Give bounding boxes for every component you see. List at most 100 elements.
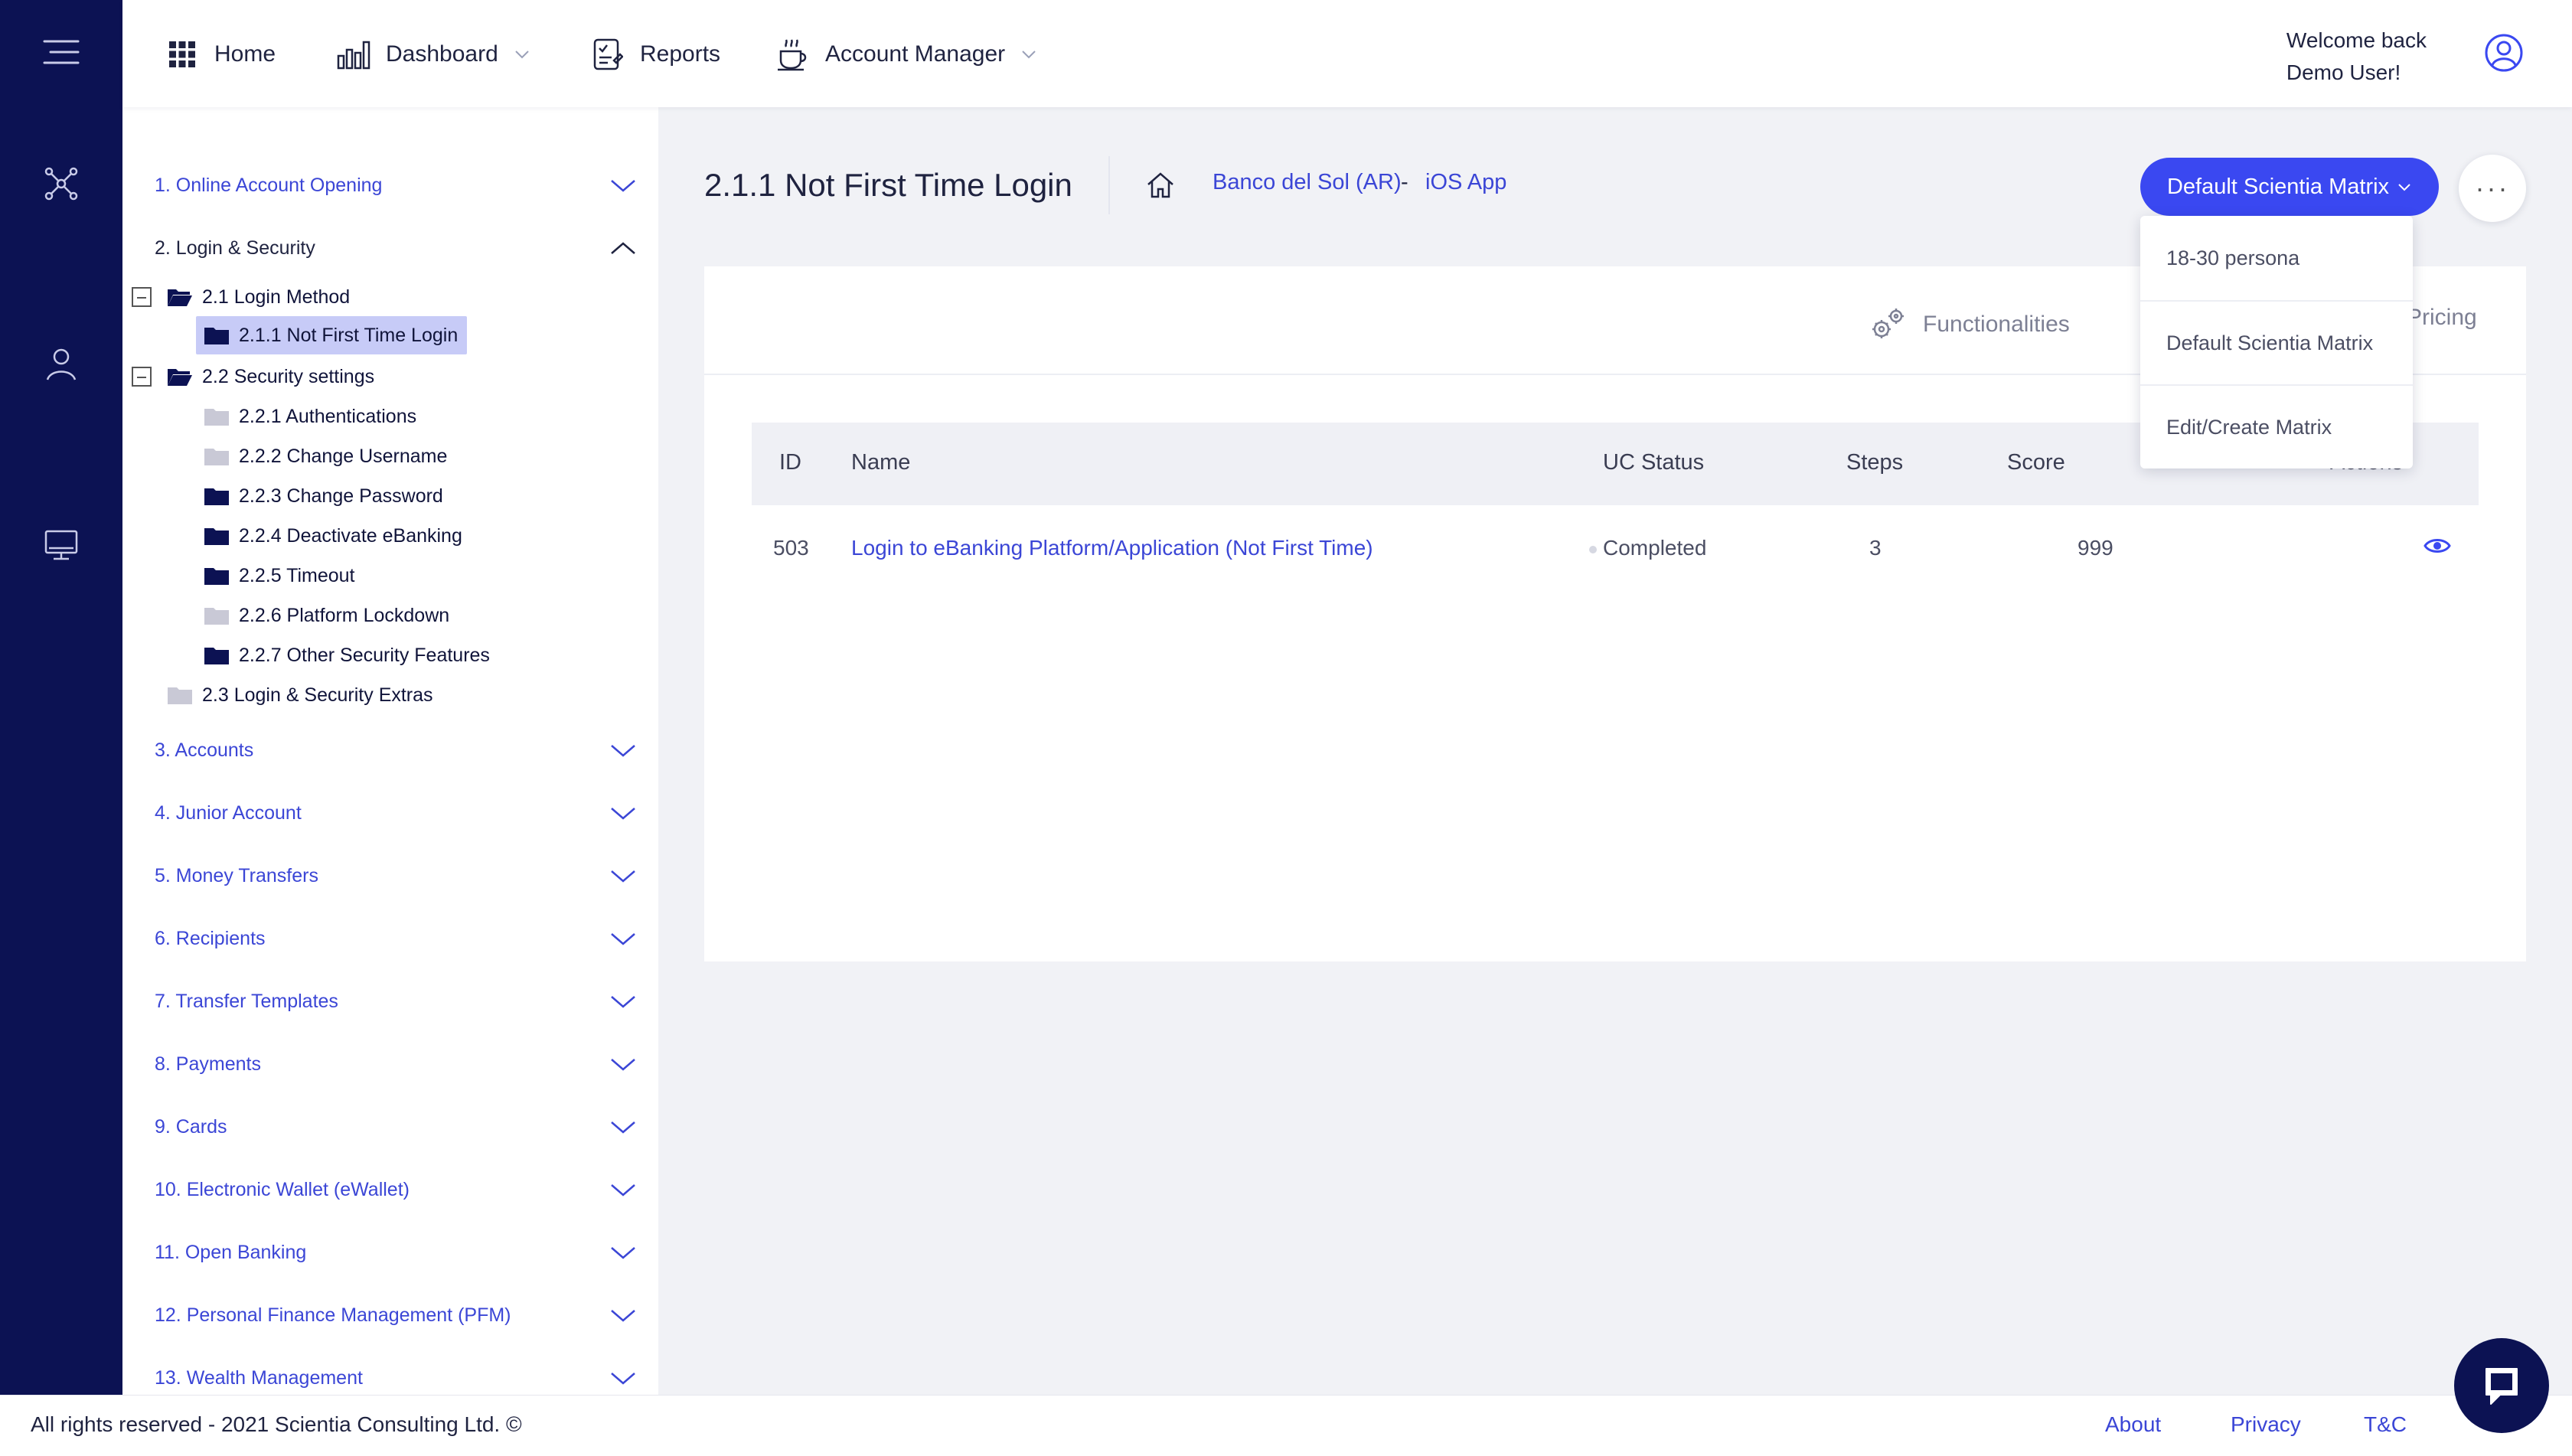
status-text: Completed <box>1603 536 1707 560</box>
cell-id: 503 <box>773 536 809 560</box>
sidebar-section-8[interactable]: 8. Payments <box>155 1045 637 1083</box>
nav-account-manager[interactable]: Account Manager <box>775 34 1037 75</box>
welcome-message: Welcome back Demo User! <box>2286 24 2427 89</box>
top-navigation-bar: Home Dashboard Reports Account Manager W… <box>122 0 2572 107</box>
sidebar-section-13[interactable]: 13. Wealth Management <box>155 1359 637 1395</box>
chevron-down-icon <box>611 1059 635 1071</box>
column-header-steps[interactable]: Steps <box>1846 450 1903 475</box>
chevron-down-icon <box>611 1247 635 1259</box>
more-dots-icon: ··· <box>2475 172 2510 204</box>
breadcrumb-app[interactable]: iOS App <box>1425 170 1506 195</box>
chevron-down-icon <box>611 1184 635 1196</box>
nav-dashboard-label: Dashboard <box>386 41 498 67</box>
sidebar-section-12[interactable]: 12. Personal Finance Management (PFM) <box>155 1296 637 1334</box>
tree-item-change-password[interactable]: 2.2.3 Change Password <box>204 479 443 513</box>
tree-item-deactivate-ebanking[interactable]: 2.2.4 Deactivate eBanking <box>204 519 462 553</box>
tree-item-platform-lockdown[interactable]: 2.2.6 Platform Lockdown <box>204 599 449 632</box>
chevron-up-icon <box>611 242 635 254</box>
chevron-down-icon <box>515 51 529 59</box>
folder-icon <box>204 409 229 426</box>
sidebar-section-5[interactable]: 5. Money Transfers <box>155 857 637 895</box>
tree-item-not-first-time-login[interactable]: 2.1.1 Not First Time Login <box>196 316 468 354</box>
breadcrumb-separator: - <box>1401 170 1408 194</box>
sidebar-section-2[interactable]: 2. Login & Security <box>155 229 637 267</box>
sidebar-section-label: 7. Transfer Templates <box>155 990 338 1012</box>
folder-icon <box>204 449 229 465</box>
tree-item-label: 2.2.6 Platform Lockdown <box>239 604 450 626</box>
sidebar-section-9[interactable]: 9. Cards <box>155 1108 637 1146</box>
tree-item-authentications[interactable]: 2.2.1 Authentications <box>204 400 416 433</box>
tree-item-label: 2.2.5 Timeout <box>239 564 355 586</box>
sidebar-section-1[interactable]: 1. Online Account Opening <box>155 166 637 204</box>
dropdown-item-default-matrix[interactable]: Default Scientia Matrix <box>2140 300 2413 384</box>
collapse-toggle[interactable] <box>132 367 152 387</box>
tab-pricing[interactable]: Pricing <box>2407 305 2477 331</box>
category-sidebar: 1. Online Account Opening 2. Login & Sec… <box>122 107 658 1395</box>
collapse-toggle[interactable] <box>132 287 152 307</box>
nav-reports[interactable]: Reports <box>589 34 720 75</box>
footer-link-tc[interactable]: T&C <box>2364 1412 2407 1437</box>
chevron-down-icon <box>611 808 635 820</box>
use-case-link[interactable]: Login to eBanking Platform/Application (… <box>851 536 1373 560</box>
chevron-down-icon <box>611 1310 635 1322</box>
tree-item-login-method[interactable]: 2.1 Login Method <box>167 280 350 314</box>
matrix-dropdown-menu: 18-30 persona Default Scientia Matrix Ed… <box>2140 216 2413 468</box>
reports-icon <box>589 36 626 73</box>
column-header-status[interactable]: UC Status <box>1603 450 1704 475</box>
view-eye-icon[interactable] <box>2423 536 2451 556</box>
cell-status: Completed <box>1589 536 1706 560</box>
tree-item-security-settings[interactable]: 2.2 Security settings <box>167 360 374 393</box>
more-options-button[interactable]: ··· <box>2459 155 2526 222</box>
folder-icon <box>204 648 229 664</box>
network-icon[interactable] <box>43 165 80 202</box>
tree-item-login-security-extras[interactable]: 2.3 Login & Security Extras <box>167 678 433 712</box>
nav-home[interactable]: Home <box>164 34 276 75</box>
open-folder-icon <box>168 369 192 386</box>
tree-item-other-security-features[interactable]: 2.2.7 Other Security Features <box>204 638 490 672</box>
matrix-button-label: Default Scientia Matrix <box>2166 174 2390 199</box>
sidebar-section-3[interactable]: 3. Accounts <box>155 731 637 769</box>
tree-item-label: 2.3 Login & Security Extras <box>202 684 433 706</box>
footer-link-about[interactable]: About <box>2105 1412 2161 1437</box>
folder-icon <box>204 608 229 625</box>
folder-icon <box>204 328 229 344</box>
breadcrumb-bank[interactable]: Banco del Sol (AR) <box>1213 170 1402 195</box>
monitor-icon[interactable] <box>43 528 80 562</box>
selected-highlight: 2.1.1 Not First Time Login <box>196 316 468 354</box>
status-dot <box>1589 545 1597 553</box>
column-header-score[interactable]: Score <box>2007 450 2065 475</box>
divider <box>1108 156 1110 214</box>
chat-button[interactable] <box>2454 1338 2549 1433</box>
chevron-down-icon <box>1022 51 1036 59</box>
sidebar-section-label: 13. Wealth Management <box>155 1366 363 1389</box>
hamburger-menu-icon[interactable] <box>40 37 83 67</box>
tree-item-change-username[interactable]: 2.2.2 Change Username <box>204 439 447 473</box>
sidebar-section-label: 11. Open Banking <box>155 1241 307 1263</box>
coffee-cup-icon <box>775 36 811 73</box>
sidebar-section-label: 2. Login & Security <box>155 237 315 259</box>
column-header-name[interactable]: Name <box>851 450 910 475</box>
dropdown-item-persona[interactable]: 18-30 persona <box>2140 216 2413 300</box>
sidebar-section-10[interactable]: 10. Electronic Wallet (eWallet) <box>155 1170 637 1209</box>
sidebar-section-4[interactable]: 4. Junior Account <box>155 794 637 832</box>
gears-icon <box>1872 309 1904 338</box>
matrix-select-button[interactable]: Default Scientia Matrix <box>2140 158 2439 216</box>
nav-dashboard[interactable]: Dashboard <box>335 34 530 75</box>
sidebar-section-6[interactable]: 6. Recipients <box>155 919 637 958</box>
sidebar-section-7[interactable]: 7. Transfer Templates <box>155 982 637 1020</box>
user-profile-icon[interactable] <box>2483 32 2525 73</box>
copyright-text: All rights reserved - 2021 Scientia Cons… <box>31 1412 522 1436</box>
tab-label: Pricing <box>2407 305 2477 330</box>
person-icon[interactable] <box>44 346 78 383</box>
column-header-id[interactable]: ID <box>779 450 801 475</box>
tree-item-timeout[interactable]: 2.2.5 Timeout <box>204 559 354 593</box>
sidebar-section-11[interactable]: 11. Open Banking <box>155 1233 637 1272</box>
home-icon[interactable] <box>1145 170 1176 201</box>
footer: All rights reserved - 2021 Scientia Cons… <box>0 1395 2572 1456</box>
tab-label: Functionalities <box>1923 312 2070 337</box>
folder-icon <box>204 488 229 505</box>
dropdown-item-edit-create-matrix[interactable]: Edit/Create Matrix <box>2140 384 2413 468</box>
tab-functionalities[interactable]: Functionalities <box>1868 305 2070 344</box>
tree-item-label: 2.1.1 Not First Time Login <box>239 324 459 346</box>
footer-link-privacy[interactable]: Privacy <box>2231 1412 2301 1437</box>
